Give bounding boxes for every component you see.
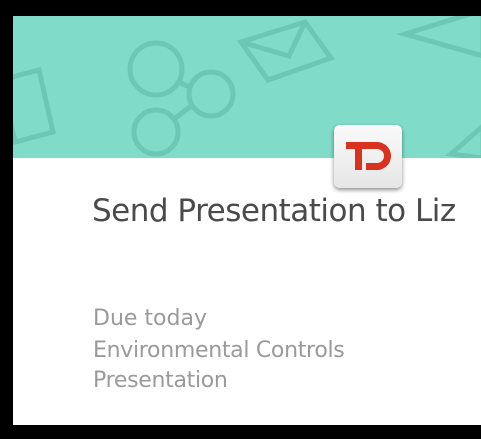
todoist-logo-glyph: TD xyxy=(346,142,391,186)
card-banner xyxy=(13,16,481,158)
todoist-logo-icon: TD xyxy=(334,125,402,188)
banner-decoration xyxy=(13,16,481,158)
project-name: Environmental Controls Presentation xyxy=(93,338,345,393)
due-date: Due today xyxy=(93,306,207,331)
share-icon xyxy=(127,40,236,157)
notification-card[interactable]: TD Send Presentation to Liz Due today En… xyxy=(13,16,481,425)
task-title: Send Presentation to Liz xyxy=(92,193,456,229)
envelope-icon xyxy=(236,19,335,83)
badge-label: TD xyxy=(367,184,369,186)
